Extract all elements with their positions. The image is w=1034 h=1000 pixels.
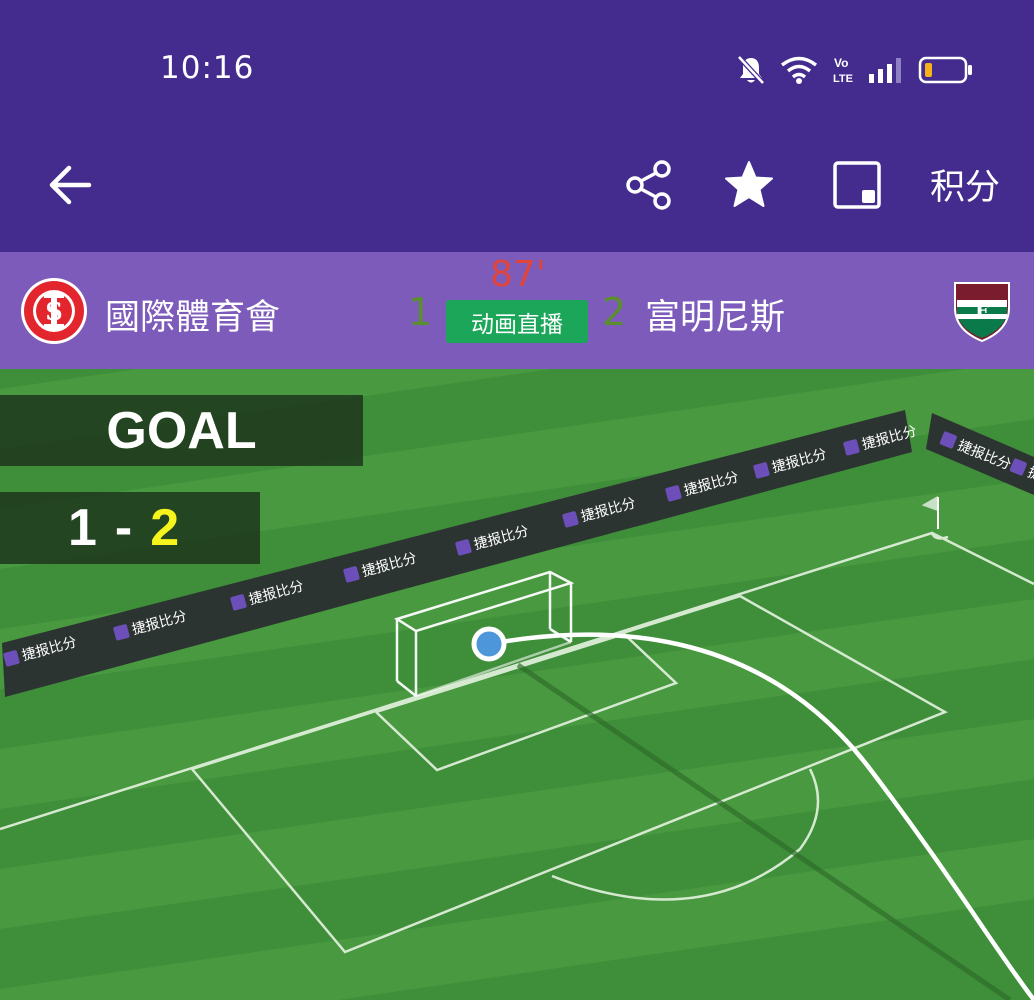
share-button[interactable] — [614, 150, 684, 220]
wifi-icon — [780, 56, 818, 84]
standings-button[interactable]: 积分 — [930, 158, 1000, 210]
match-minute: 87' — [490, 254, 546, 295]
goal-event-title: GOAL — [106, 401, 257, 460]
mute-icon — [737, 55, 765, 85]
svg-text:Vo: Vo — [834, 56, 848, 70]
star-icon — [725, 161, 773, 207]
picture-in-picture-button[interactable] — [822, 150, 892, 220]
volte-icon: Vo LTE — [833, 56, 853, 85]
overlay-away-score: 2 — [150, 499, 180, 557]
match-header: S 國際體育會 1 87' 动画直播 2 富明尼斯 F — [0, 252, 1034, 369]
goal-event-banner: GOAL — [0, 395, 363, 466]
svg-text:LTE: LTE — [833, 73, 853, 85]
home-team-crest: S — [21, 278, 87, 344]
status-bar: 10:16 Vo LTE — [0, 0, 1034, 120]
goal-score-banner: 1 - 2 — [0, 492, 260, 564]
back-arrow-icon — [49, 165, 92, 205]
status-time: 10:16 — [160, 50, 255, 86]
svg-text:F: F — [975, 299, 989, 323]
home-team-score: 1 — [408, 290, 433, 334]
home-team-name[interactable]: 國際體育會 — [105, 289, 280, 340]
signal-icon — [869, 58, 901, 83]
away-team-score: 2 — [602, 290, 627, 334]
overlay-home-score: 1 — [68, 499, 97, 557]
picture-in-picture-icon — [833, 161, 881, 209]
status-icons: Vo LTE — [736, 50, 974, 90]
favorite-button[interactable] — [714, 150, 784, 220]
ball-marker — [471, 626, 507, 662]
share-icon — [626, 160, 671, 210]
live-animation-button[interactable]: 动画直播 — [446, 300, 588, 343]
back-button[interactable] — [30, 150, 110, 220]
battery-icon — [918, 56, 972, 84]
away-team-name[interactable]: 富明尼斯 — [645, 289, 785, 340]
overlay-score-separator: - — [114, 499, 133, 557]
away-team-crest: F — [954, 282, 1010, 343]
app-bar: 积分 — [0, 120, 1034, 252]
